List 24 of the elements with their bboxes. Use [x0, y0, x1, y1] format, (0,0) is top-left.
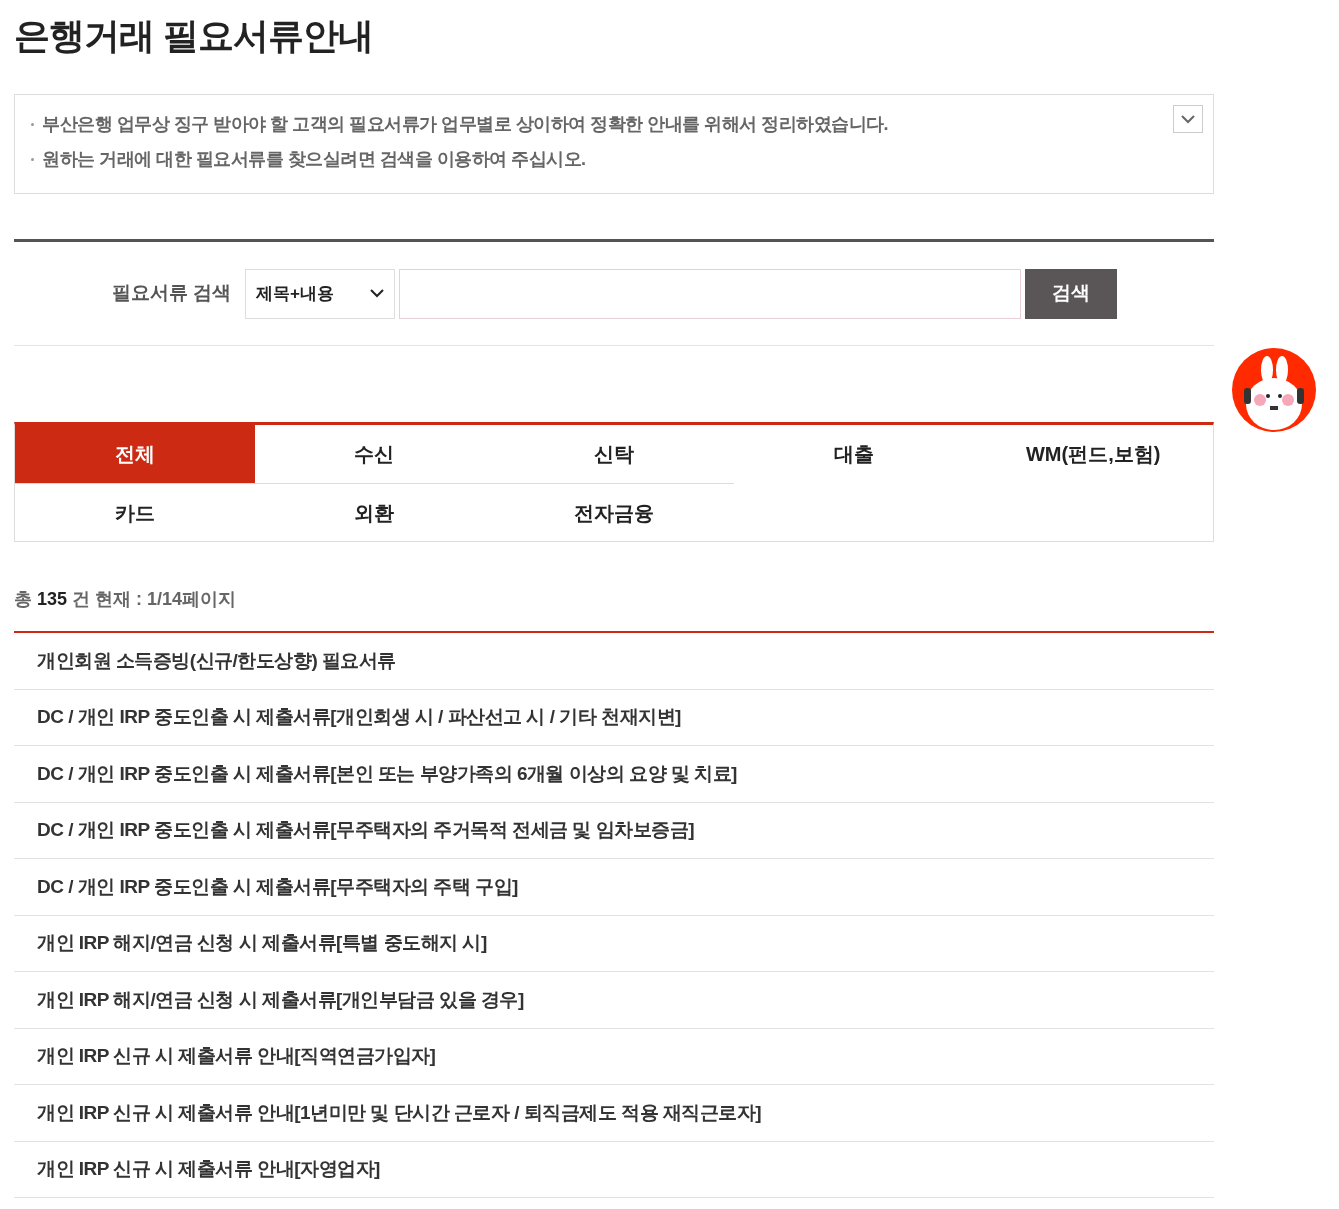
document-link[interactable]: 개인 IRP 신규 시 제출서류 안내[1년미만 및 단시간 근로자 / 퇴직금제도 적용 재직근로자] [37, 1098, 762, 1127]
document-link[interactable]: 개인회원 소득증빙(신규/한도상향) 필요서류 [37, 646, 396, 675]
bullet-icon [31, 158, 34, 161]
document-link[interactable]: DC / 개인 IRP 중도인출 시 제출서류[무주택자의 주택 구입] [37, 872, 518, 901]
notice-text: 부산은행 업무상 징구 받아야 할 고객의 필요서류가 업무별로 상이하여 정확한 안내를 위해서 정리하였습니다. [42, 113, 888, 136]
notice-text: 원하는 거래에 대한 필요서류를 찾으실려면 검색을 이용하여 주십시오. [42, 148, 586, 171]
search-field[interactable] [399, 268, 1021, 319]
document-link[interactable]: 개인 IRP 신규 시 제출서류 안내[자영업자] [37, 1155, 380, 1184]
document-link[interactable]: 개인 IRP 해지/연금 신청 시 제출서류[특별 중도해지 시] [37, 929, 487, 958]
document-link[interactable]: DC / 개인 IRP 중도인출 시 제출서류[본인 또는 부양가족의 6개월 이상의 요양 및 치료] [37, 759, 737, 788]
toggle-button[interactable] [1173, 105, 1203, 133]
scope-dropdown[interactable]: 제목+내용 [245, 268, 395, 319]
page-title: 은행거래 필요서류안내 [14, 14, 373, 58]
document-link[interactable]: 개인 IRP 해지/연금 신청 시 제출서류[개인부담금 있을 경우] [37, 985, 524, 1014]
chevron-down-icon [1181, 114, 1195, 124]
search-label: 필요서류 검색 [112, 281, 233, 306]
chevron-down-icon [370, 289, 384, 298]
document-link[interactable]: 개인 IRP 신규 시 제출서류 안내[직역연금가입자] [37, 1042, 436, 1071]
category-tab[interactable]: 전체 [15, 425, 255, 483]
document-link[interactable]: DC / 개인 IRP 중도인출 시 제출서류[개인회생 시 / 파산선고 시 / 기타 천재지변] [37, 703, 681, 732]
bullet-icon [31, 123, 34, 126]
search-button[interactable]: 검색 [1025, 268, 1117, 319]
result-count: 총 135 건 현재 : 1/14페이지 [14, 588, 237, 611]
document-link[interactable]: DC / 개인 IRP 중도인출 시 제출서류[무주택자의 주거목적 전세금 및 임차보증금] [37, 816, 694, 845]
